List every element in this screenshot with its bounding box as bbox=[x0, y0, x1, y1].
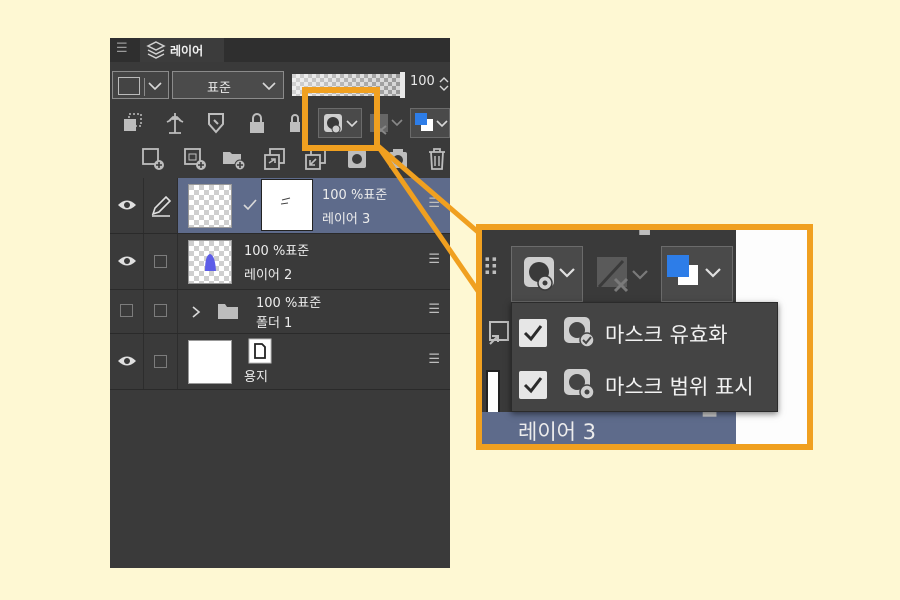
layer-color-button[interactable] bbox=[410, 108, 450, 138]
new-raster-layer-icon[interactable] bbox=[140, 146, 166, 172]
layer-row-folder-1[interactable]: 100 %표준 폴더 1 ☰ bbox=[110, 290, 450, 334]
layer-menu-icon[interactable]: ☰ bbox=[428, 196, 440, 211]
opacity-spinner-icon[interactable] bbox=[439, 76, 449, 92]
mask-settings-button[interactable] bbox=[511, 246, 583, 302]
transfer-to-below-icon[interactable] bbox=[262, 146, 288, 172]
eye-icon[interactable] bbox=[117, 353, 137, 369]
eye-icon[interactable] bbox=[117, 197, 137, 213]
blend-mode-select[interactable]: 표준 bbox=[172, 71, 284, 99]
layer-info: 100 %표준 bbox=[244, 244, 310, 259]
layer-info: 100 %표준 bbox=[256, 296, 322, 311]
checkbox[interactable] bbox=[519, 371, 547, 399]
layer-thumbnail bbox=[188, 184, 232, 228]
layer-name: 폴더 1 bbox=[256, 316, 293, 331]
checkbox[interactable] bbox=[519, 319, 547, 347]
layer-select-checkbox[interactable] bbox=[154, 304, 167, 317]
opacity-slider-handle[interactable] bbox=[400, 72, 405, 98]
visibility-checkbox[interactable] bbox=[120, 304, 133, 317]
new-folder-icon[interactable] bbox=[221, 146, 247, 172]
tab-label: 레이어 bbox=[170, 43, 204, 58]
mask-preview-icon bbox=[280, 197, 291, 205]
mask-range-icon bbox=[564, 369, 595, 400]
new-vector-layer-icon[interactable] bbox=[182, 146, 208, 172]
chevron-down-icon bbox=[148, 82, 162, 91]
layer-color-select[interactable] bbox=[112, 71, 169, 99]
layer-property-row: 표준 100 bbox=[110, 68, 450, 102]
eye-icon[interactable] bbox=[117, 253, 137, 269]
panel-tabbar: ☰ 레이어 bbox=[110, 38, 450, 62]
layer-row-layer-3[interactable]: 100 %표준 레이어 3 ☰ bbox=[110, 178, 450, 234]
layer-color-button[interactable] bbox=[661, 246, 733, 302]
layer-name: 용지 bbox=[244, 370, 268, 385]
layers-icon bbox=[146, 41, 166, 59]
layer-thumbnail bbox=[188, 240, 232, 284]
opacity-value[interactable]: 100 bbox=[410, 74, 435, 89]
clip-to-layer-below-icon[interactable] bbox=[120, 110, 146, 136]
lock-layer-icon[interactable] bbox=[244, 110, 270, 136]
layer-name: 레이어 3 bbox=[518, 420, 596, 444]
layer-menu-icon[interactable]: ☰ bbox=[428, 352, 440, 367]
blend-mode-value: 표준 bbox=[207, 81, 231, 96]
layer-row-paper[interactable]: 용지 ☰ bbox=[110, 334, 450, 390]
layer-toolbar-1 bbox=[110, 106, 450, 142]
check-icon bbox=[523, 377, 543, 394]
apply-mask-icon[interactable] bbox=[385, 146, 411, 172]
mask-disabled-icon bbox=[597, 257, 648, 293]
check-icon bbox=[523, 325, 543, 342]
layer-select-checkbox[interactable] bbox=[154, 355, 167, 368]
pencil-icon[interactable] bbox=[150, 195, 172, 217]
chevron-right-icon[interactable] bbox=[190, 304, 202, 320]
menu-item-label: 마스크 유효화 bbox=[605, 323, 728, 347]
chevron-down-icon bbox=[262, 82, 276, 91]
layer-row-layer-2[interactable]: 100 %표준 레이어 2 ☰ bbox=[110, 234, 450, 290]
zoom-layer-row: 레이어 3 ▬ bbox=[482, 402, 736, 444]
panel-menu-icon[interactable]: ☰ bbox=[116, 41, 128, 56]
menu-item-mask-enable[interactable]: 마스크 유효화 bbox=[512, 307, 779, 357]
paper-layer-icon bbox=[248, 338, 272, 364]
color-swatch-icon bbox=[415, 113, 448, 131]
tab-layer[interactable]: 레이어 bbox=[140, 38, 224, 62]
folder-icon bbox=[218, 304, 238, 319]
layer-menu-icon[interactable]: ☰ bbox=[428, 302, 440, 317]
layer-mask-thumbnail bbox=[262, 180, 312, 230]
reference-layer-icon[interactable] bbox=[162, 110, 188, 136]
mask-menu-popup: 마스크 유효화 마스크 범위 표시 bbox=[511, 302, 778, 412]
mask-enable-icon bbox=[564, 317, 595, 348]
layer-color-swatch bbox=[118, 77, 140, 95]
draft-layer-icon[interactable] bbox=[203, 110, 229, 136]
layer-toolbar-2 bbox=[110, 142, 450, 178]
color-swatch-icon bbox=[667, 255, 721, 285]
zoom-callout: ⠿ ▬ 레이어 3 ▬ 마스크 유효화 마스크 범위 표시 bbox=[476, 224, 813, 450]
layer-panel: ☰ 레이어 표준 100 100 %표준 레이어 3 ☰ 100 %표준 레이어… bbox=[110, 38, 450, 568]
layer-info: 100 %표준 bbox=[322, 188, 388, 203]
highlight-box bbox=[302, 87, 380, 151]
transfer-to-below-icon bbox=[489, 321, 509, 345]
layer-select-checkbox[interactable] bbox=[154, 255, 167, 268]
mask-range-icon bbox=[524, 257, 575, 291]
mask-disabled-button[interactable] bbox=[592, 246, 656, 302]
layer-thumbnail bbox=[188, 340, 232, 384]
layer-name: 레이어 3 bbox=[322, 212, 371, 227]
menu-item-mask-range[interactable]: 마스크 범위 표시 bbox=[512, 359, 779, 409]
layer-name: 레이어 2 bbox=[244, 268, 293, 283]
menu-item-label: 마스크 범위 표시 bbox=[605, 375, 754, 399]
delete-layer-icon[interactable] bbox=[424, 146, 450, 172]
mask-check-icon bbox=[243, 199, 257, 211]
layer-menu-icon[interactable]: ☰ bbox=[428, 252, 440, 267]
